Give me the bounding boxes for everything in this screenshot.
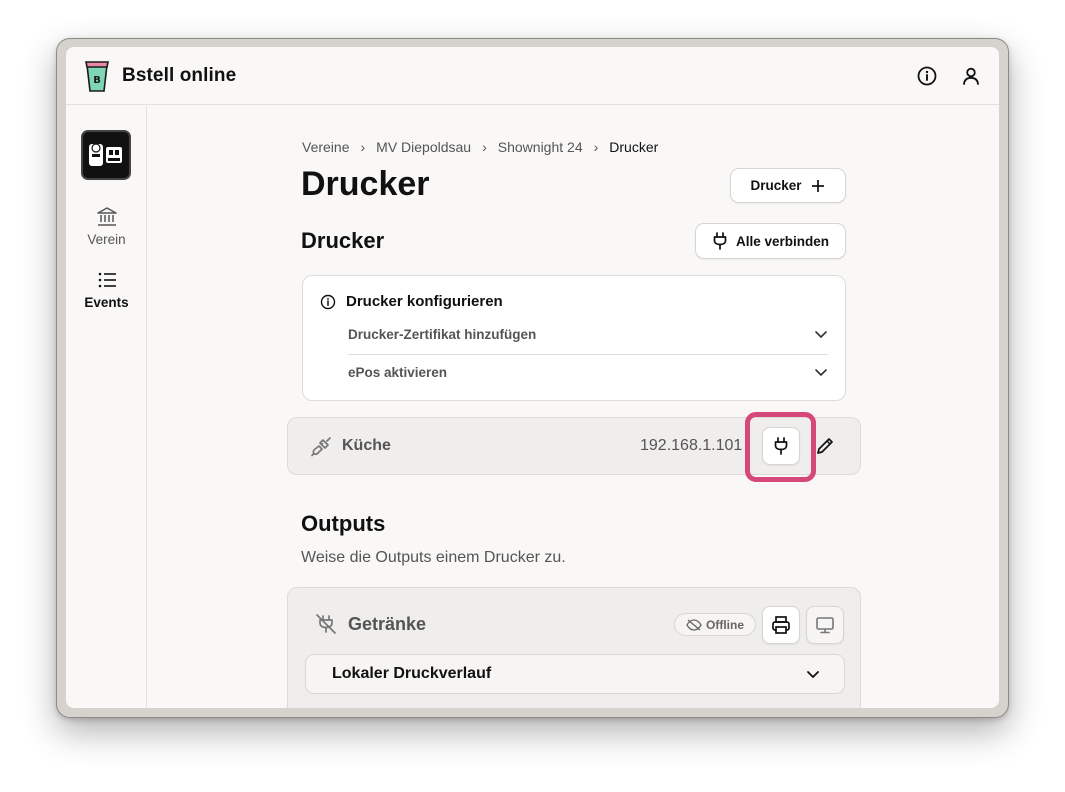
add-printer-button[interactable]: Drucker [730, 168, 846, 203]
breadcrumb-current: Drucker [609, 139, 659, 155]
chevron-right-icon: › [482, 139, 487, 155]
sidebar-item-label: Verein [87, 232, 126, 247]
info-icon [320, 294, 336, 309]
chevron-down-icon [807, 671, 819, 678]
sidebar: Verein Events [66, 106, 147, 708]
page-title: Drucker [301, 165, 430, 203]
org-avatar[interactable] [81, 130, 131, 180]
breadcrumb: Vereine › MV Diepoldsau › Shownight 24 ›… [302, 139, 658, 155]
config-header: Drucker konfigurieren [320, 293, 503, 310]
sidebar-item-label: Events [84, 295, 129, 310]
output-name: Getränke [348, 614, 427, 634]
accordion-label: ePos aktivieren [348, 364, 448, 380]
config-card: Drucker konfigurieren Drucker-Zertifikat… [302, 275, 846, 401]
printer-select[interactable]: Lokaler Druckverlauf [305, 654, 845, 694]
app-title: Bstell online [122, 65, 237, 86]
printer-name: Küche [342, 437, 391, 454]
svg-text:B: B [93, 75, 101, 86]
connect-all-label: Alle verbinden [735, 233, 830, 249]
chevron-right-icon: › [360, 139, 366, 155]
list-icon [98, 272, 116, 288]
app-window: B Bstell online Verein Events Vereine › … [66, 47, 999, 708]
status-badge: Offline [674, 613, 756, 636]
disconnected-plug-icon [311, 437, 331, 457]
highlight-box [745, 412, 816, 482]
monitor-icon [816, 617, 834, 634]
info-icon[interactable] [916, 65, 938, 87]
print-button[interactable] [762, 606, 800, 644]
output-card: Getränke Offline Lokaler Druckverlauf [287, 587, 861, 708]
printer-select-value: Lokaler Druckverlauf [332, 665, 492, 682]
chevron-down-icon [815, 331, 827, 338]
outputs-subtitle: Weise die Outputs einem Drucker zu. [301, 549, 566, 566]
printer-icon [772, 616, 790, 634]
breadcrumb-item[interactable]: Vereine [302, 139, 349, 155]
eye-off-icon [686, 618, 702, 631]
plus-icon [811, 179, 824, 192]
top-bar: B Bstell online [66, 47, 999, 105]
config-title: Drucker konfigurieren [346, 293, 503, 310]
printer-ip: 192.168.1.101 [640, 437, 743, 454]
accordion-label: Drucker-Zertifikat hinzufügen [348, 326, 537, 342]
status-badge-label: Offline [706, 617, 744, 632]
sidebar-item-verein[interactable]: Verein [66, 206, 147, 247]
user-icon[interactable] [960, 65, 982, 87]
pencil-icon[interactable] [815, 436, 835, 456]
display-button[interactable] [806, 606, 844, 644]
breadcrumb-item[interactable]: MV Diepoldsau [376, 139, 471, 155]
accordion-item-certificate[interactable]: Drucker-Zertifikat hinzufügen [348, 316, 828, 352]
app-logo-icon[interactable]: B [84, 59, 110, 93]
add-printer-label: Drucker [750, 178, 802, 193]
plug-icon [713, 232, 727, 250]
unplugged-icon [316, 614, 336, 634]
chevron-down-icon [815, 369, 827, 376]
printers-section-title: Drucker [301, 228, 385, 253]
breadcrumb-item[interactable]: Shownight 24 [498, 139, 583, 155]
outputs-section-title: Outputs [301, 511, 386, 536]
connect-all-button[interactable]: Alle verbinden [695, 223, 846, 259]
bank-icon [96, 207, 117, 226]
accordion-item-epos[interactable]: ePos aktivieren [348, 354, 828, 390]
chevron-right-icon: › [593, 139, 599, 155]
sidebar-item-events[interactable]: Events [66, 269, 147, 310]
